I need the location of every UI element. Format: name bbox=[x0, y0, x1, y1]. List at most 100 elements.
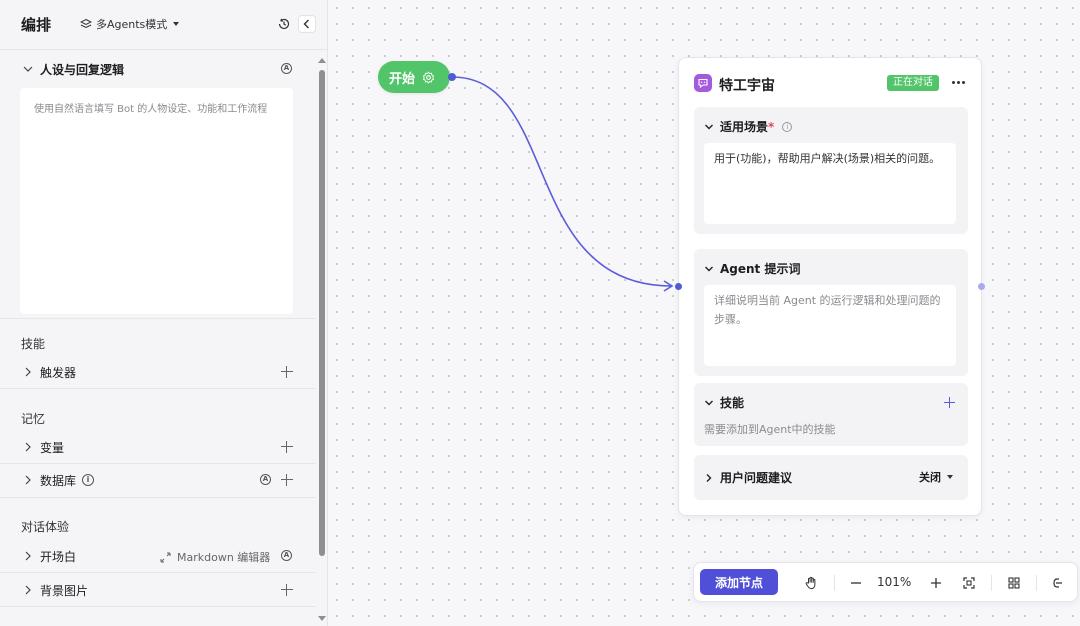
chat-bubble-icon bbox=[694, 74, 712, 92]
chevron-right-icon bbox=[25, 475, 31, 485]
plus-icon bbox=[931, 578, 941, 588]
hand-tool-button[interactable] bbox=[803, 575, 819, 591]
scroll-up-icon[interactable] bbox=[318, 58, 326, 63]
trigger-label: 触发器 bbox=[40, 366, 77, 380]
agent-skills-label: 技能 bbox=[720, 396, 745, 410]
chevron-right-icon bbox=[25, 551, 31, 561]
scenario-input[interactable]: 用于(功能)，帮助用户解决(场景)相关的问题。 bbox=[704, 143, 956, 224]
agent-skills-header[interactable]: 技能 bbox=[704, 394, 744, 411]
prompt-input[interactable]: 详细说明当前 Agent 的运行逻辑和处理问题的步骤。 bbox=[704, 285, 956, 366]
collapse-panel-button[interactable] bbox=[298, 15, 316, 33]
chevron-down-icon bbox=[705, 400, 713, 405]
suggestions-value: 关闭 bbox=[919, 471, 941, 484]
add-node-button[interactable]: 添加节点 bbox=[700, 569, 778, 595]
chevron-right-icon bbox=[25, 442, 31, 452]
divider bbox=[0, 606, 316, 607]
minus-icon bbox=[851, 582, 861, 584]
agent-output-port[interactable] bbox=[978, 283, 985, 290]
caret-down-icon bbox=[947, 475, 953, 479]
fit-view-button[interactable] bbox=[961, 575, 977, 591]
suggestions-label: 用户问题建议 bbox=[720, 471, 793, 485]
connector-style-button[interactable] bbox=[1049, 575, 1065, 591]
start-node-label: 开始 bbox=[389, 71, 416, 87]
chevron-down-icon bbox=[705, 266, 713, 271]
connector-icon bbox=[1053, 578, 1062, 588]
auto-optimize-icon[interactable]: A bbox=[281, 550, 292, 561]
left-panel: 编排 多Agents模式 人设与回复逻辑 A 使用自然语言填写 Bot 的人物设… bbox=[0, 0, 328, 626]
mode-selector[interactable]: 多Agents模式 bbox=[80, 16, 180, 32]
scroll-thumb[interactable] bbox=[319, 70, 325, 556]
expand-icon bbox=[160, 552, 171, 562]
info-icon[interactable]: i bbox=[782, 121, 793, 132]
auto-optimize-icon[interactable]: A bbox=[260, 474, 271, 485]
add-variable-button[interactable] bbox=[281, 441, 293, 453]
scenario-header[interactable]: 适用场景* i bbox=[704, 118, 793, 135]
chevron-right-icon bbox=[25, 367, 31, 377]
agent-input-port[interactable] bbox=[675, 283, 682, 290]
more-options-button[interactable] bbox=[949, 74, 967, 90]
suggestions-select[interactable]: 关闭 bbox=[919, 469, 953, 485]
persona-input[interactable]: 使用自然语言填写 Bot 的人物设定、功能和工作流程 bbox=[20, 88, 293, 314]
chevron-right-icon bbox=[706, 473, 712, 482]
persona-label: 人设与回复逻辑 bbox=[40, 63, 125, 77]
divider bbox=[0, 497, 316, 498]
dialog-section-title: 对话体验 bbox=[21, 520, 70, 534]
add-database-button[interactable] bbox=[281, 474, 293, 486]
layers-icon bbox=[80, 18, 92, 29]
add-skill-button[interactable] bbox=[944, 397, 955, 408]
layout-button[interactable] bbox=[1006, 575, 1022, 591]
left-panel-header: 编排 多Agents模式 bbox=[0, 0, 328, 50]
sidebar-item-variables[interactable]: 变量 bbox=[0, 434, 316, 460]
database-label: 数据库 bbox=[40, 474, 77, 488]
start-output-port[interactable] bbox=[448, 73, 456, 81]
chevron-down-icon bbox=[23, 66, 33, 72]
sidebar-item-database[interactable]: 数据库 i A bbox=[0, 467, 316, 493]
canvas-toolbar: 添加节点 101% bbox=[693, 562, 1078, 602]
zoom-out-button[interactable] bbox=[848, 575, 864, 591]
info-icon[interactable]: i bbox=[82, 474, 94, 486]
divider bbox=[0, 463, 316, 464]
suggestions-header[interactable]: 用户问题建议 bbox=[704, 469, 792, 486]
grid-icon bbox=[1008, 577, 1020, 589]
status-badge: 正在对话 bbox=[887, 75, 939, 91]
hand-icon bbox=[805, 576, 816, 590]
mode-selector-label: 多Agents模式 bbox=[96, 18, 168, 31]
required-mark: * bbox=[768, 120, 775, 134]
chevron-left-icon bbox=[303, 19, 309, 29]
sidebar-item-trigger[interactable]: 触发器 bbox=[0, 359, 316, 385]
prompt-section: Agent 提示词 详细说明当前 Agent 的运行逻辑和处理问题的步骤。 bbox=[694, 249, 968, 376]
persona-header[interactable]: 人设与回复逻辑 A bbox=[0, 56, 316, 82]
prompt-label: Agent 提示词 bbox=[720, 262, 801, 276]
fit-view-icon bbox=[963, 577, 975, 589]
scrollbar[interactable] bbox=[318, 56, 326, 626]
skills-section-title: 技能 bbox=[21, 337, 46, 351]
agent-node[interactable]: 特工宇宙 正在对话 适用场景* i 用于(功能)，帮助用户解决(场景)相关的问题… bbox=[678, 57, 982, 516]
add-background-button[interactable] bbox=[281, 584, 293, 596]
markdown-editor-button[interactable]: Markdown 编辑器 bbox=[160, 549, 270, 565]
opening-label: 开场白 bbox=[40, 550, 77, 564]
auto-optimize-icon[interactable]: A bbox=[281, 63, 292, 74]
page-title: 编排 bbox=[21, 16, 52, 34]
scenario-label: 适用场景 bbox=[720, 120, 769, 134]
start-node[interactable]: 开始 bbox=[378, 61, 450, 93]
suggestions-section: 用户问题建议 关闭 bbox=[694, 455, 968, 500]
divider bbox=[0, 388, 316, 389]
caret-down-icon bbox=[173, 22, 180, 26]
sidebar-item-background[interactable]: 背景图片 bbox=[0, 577, 316, 603]
chevron-right-icon bbox=[25, 585, 31, 595]
scenario-section: 适用场景* i 用于(功能)，帮助用户解决(场景)相关的问题。 bbox=[694, 107, 968, 234]
zoom-level[interactable]: 101% bbox=[877, 575, 911, 589]
toolbar-divider bbox=[834, 575, 835, 591]
history-button[interactable] bbox=[276, 16, 292, 32]
memory-section-title: 记忆 bbox=[21, 412, 46, 426]
chevron-down-icon bbox=[705, 124, 713, 129]
agent-title[interactable]: 特工宇宙 bbox=[719, 75, 775, 95]
prompt-header[interactable]: Agent 提示词 bbox=[704, 260, 800, 277]
scroll-down-icon[interactable] bbox=[318, 616, 326, 621]
background-label: 背景图片 bbox=[40, 584, 89, 598]
agent-skills-hint: 需要添加到Agent中的技能 bbox=[704, 423, 836, 436]
gear-icon[interactable] bbox=[422, 70, 435, 84]
add-trigger-button[interactable] bbox=[281, 366, 293, 378]
zoom-in-button[interactable] bbox=[928, 575, 944, 591]
markdown-editor-label: Markdown 编辑器 bbox=[177, 551, 271, 564]
